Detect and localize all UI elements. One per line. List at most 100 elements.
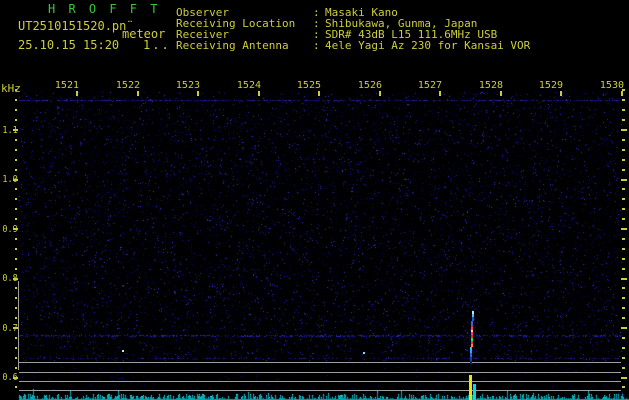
y-tick-minor-right bbox=[622, 109, 625, 112]
bright-noise-dot bbox=[122, 350, 124, 352]
y-tick-minor-left bbox=[15, 99, 17, 102]
y-tick-minor-left bbox=[15, 119, 17, 122]
y-tick-major-right bbox=[621, 178, 627, 181]
y-tick-major-right bbox=[621, 277, 627, 280]
filename-text: UT2510151520.pn¨ bbox=[18, 19, 134, 33]
y-tick-minor-left bbox=[15, 317, 17, 320]
y-tick-minor-right bbox=[622, 317, 625, 320]
y-tick-minor-left bbox=[15, 307, 17, 310]
y-axis-unit-label: kHz bbox=[1, 82, 21, 95]
y-tick-minor-right bbox=[622, 287, 625, 290]
meteor-echo-segment bbox=[470, 361, 472, 364]
y-tick-minor-right bbox=[622, 386, 625, 389]
y-tick-minor-right bbox=[622, 208, 625, 211]
bright-noise-dot bbox=[363, 352, 365, 354]
info-separator: : bbox=[313, 39, 320, 52]
y-tick-minor-right bbox=[622, 168, 625, 171]
y-tick-minor-left bbox=[15, 356, 17, 359]
info-label: Receiving Antenna bbox=[176, 39, 289, 52]
level-axis-line bbox=[18, 281, 19, 370]
y-tick-minor-left bbox=[15, 109, 17, 112]
y-tick-minor-left bbox=[15, 386, 17, 389]
y-tick-minor-left bbox=[15, 267, 17, 270]
y-tick-label: 0.6 bbox=[2, 372, 18, 383]
y-tick-minor-right bbox=[622, 138, 625, 141]
x-tick bbox=[258, 91, 260, 96]
y-tick-minor-right bbox=[622, 336, 625, 339]
y-tick-minor-right bbox=[622, 257, 625, 260]
app-title: H R O F F T bbox=[48, 2, 161, 16]
y-tick-minor-left bbox=[15, 247, 17, 250]
y-tick-minor-right bbox=[622, 267, 625, 270]
level-gridline bbox=[19, 381, 621, 382]
y-tick-minor-right bbox=[622, 297, 625, 300]
y-tick-minor-left bbox=[15, 366, 17, 369]
y-tick-minor-left bbox=[15, 346, 17, 349]
level-gridline bbox=[19, 371, 621, 373]
y-tick-minor-right bbox=[622, 158, 625, 161]
y-tick-minor-left bbox=[15, 218, 17, 221]
y-tick-minor-right bbox=[622, 188, 625, 191]
y-tick-label: 1.0 bbox=[2, 174, 18, 185]
y-tick-minor-left bbox=[15, 198, 17, 201]
y-tick-minor-left bbox=[15, 148, 17, 151]
x-tick-label: 1522 bbox=[115, 80, 140, 91]
y-tick-minor-left bbox=[15, 138, 17, 141]
x-tick bbox=[560, 91, 562, 96]
datetime-text: 25.10.15 15:20 bbox=[18, 38, 120, 52]
y-tick-minor-right bbox=[622, 247, 625, 250]
station-name: meteor bbox=[122, 27, 166, 41]
x-tick bbox=[379, 91, 381, 96]
y-tick-minor-right bbox=[622, 356, 625, 359]
y-tick-label: 0.7 bbox=[2, 322, 18, 334]
y-tick-label: 0.8 bbox=[2, 273, 18, 284]
y-tick-major-right bbox=[621, 376, 627, 379]
y-tick-minor-left bbox=[15, 297, 17, 300]
x-tick-label: 1528 bbox=[478, 80, 503, 91]
y-tick-minor-left bbox=[15, 188, 17, 191]
y-tick-minor-right bbox=[622, 366, 625, 369]
spectrogram-noise-canvas bbox=[0, 0, 629, 400]
x-tick-label: 1526 bbox=[357, 80, 382, 91]
x-tick-label: 1527 bbox=[417, 80, 442, 91]
level-gridline bbox=[19, 362, 621, 363]
x-tick-label: 1529 bbox=[538, 80, 563, 91]
y-tick-minor-right bbox=[622, 198, 625, 201]
y-tick-minor-right bbox=[622, 307, 625, 310]
level-gridline bbox=[19, 389, 621, 391]
x-tick-label: 1525 bbox=[296, 80, 321, 91]
x-tick bbox=[318, 91, 320, 96]
y-tick-label: 0.9 bbox=[2, 223, 18, 235]
x-tick bbox=[621, 91, 623, 96]
x-tick bbox=[76, 91, 78, 96]
x-tick-label: 1521 bbox=[54, 80, 79, 91]
y-tick-minor-right bbox=[622, 346, 625, 349]
x-tick bbox=[500, 91, 502, 96]
y-tick-major-right bbox=[621, 327, 627, 329]
y-tick-major-right bbox=[621, 129, 627, 131]
event-marker-bar bbox=[469, 375, 472, 400]
y-tick-minor-left bbox=[15, 208, 17, 211]
y-tick-minor-left bbox=[15, 336, 17, 339]
info-value: 4ele Yagi Az 230 for Kansai VOR bbox=[325, 39, 531, 52]
x-tick-label: 1524 bbox=[236, 80, 261, 91]
y-tick-minor-left bbox=[15, 257, 17, 260]
y-tick-minor-left bbox=[15, 158, 17, 161]
x-tick bbox=[439, 91, 441, 96]
level-trace-spike bbox=[473, 384, 476, 400]
y-tick-minor-left bbox=[15, 168, 17, 171]
y-tick-minor-right bbox=[622, 119, 625, 122]
y-tick-label: 1.1 bbox=[2, 124, 18, 136]
y-tick-minor-right bbox=[622, 218, 625, 221]
y-tick-major-right bbox=[621, 228, 627, 230]
x-tick bbox=[197, 91, 199, 96]
hrofft-screen: H R O F F T UT2510151520.pn¨ meteor 25.1… bbox=[0, 0, 629, 400]
y-tick-minor-left bbox=[15, 287, 17, 290]
x-tick-label: 1523 bbox=[175, 80, 200, 91]
x-tick bbox=[137, 91, 139, 96]
x-tick-label: 1530 bbox=[599, 80, 624, 91]
y-tick-minor-left bbox=[15, 237, 17, 240]
y-tick-minor-right bbox=[622, 148, 625, 151]
y-tick-minor-right bbox=[622, 99, 625, 102]
y-tick-minor-right bbox=[622, 237, 625, 240]
